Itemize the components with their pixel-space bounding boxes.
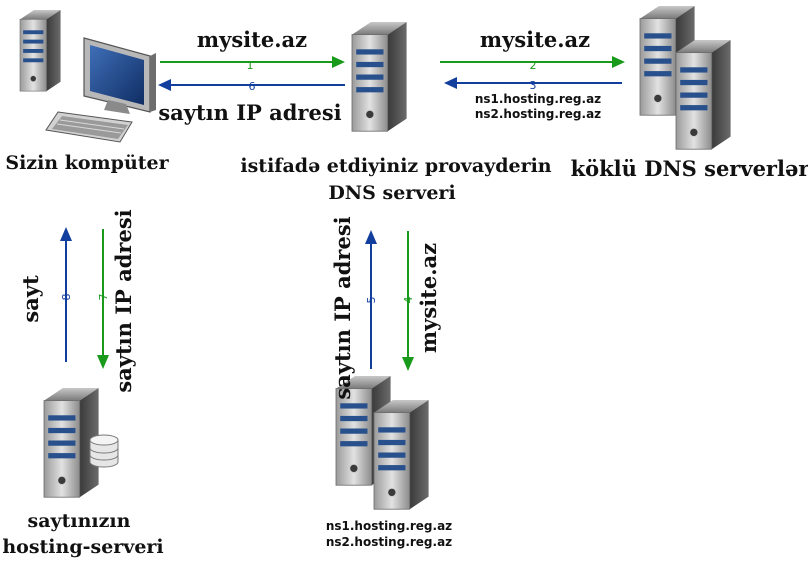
keyboard-icon — [45, 111, 133, 143]
step-7: 7 — [97, 294, 110, 301]
node-label-provider-dns-line1: istifadə etdiyiniz provayderin — [240, 155, 551, 177]
arrow-1-label: mysite.az — [197, 27, 307, 52]
node-label-hosting-line1: saytınızın — [28, 510, 131, 532]
arrow-3-label-line2: ns2.hosting.reg.az — [475, 107, 601, 121]
arrow-5-label: saytın IP adresi — [330, 216, 355, 399]
step-1: 1 — [247, 59, 254, 72]
step-2: 2 — [530, 59, 537, 72]
node-label-your-computer: Sizin kompüter — [5, 152, 169, 174]
arrow-6-label: saytın IP adresi — [158, 100, 341, 125]
arrow-4-label: mysite.az — [416, 243, 441, 353]
step-4: 4 — [402, 297, 415, 304]
computer-icon — [19, 9, 156, 143]
node-label-provider-dns-line2: DNS serveri — [328, 182, 455, 204]
step-5: 5 — [365, 297, 378, 304]
root-dns-servers-icon — [639, 5, 732, 150]
database-icon — [89, 434, 119, 468]
arrow-7-label: saytın IP adresi — [111, 209, 136, 392]
arrow-2-label: mysite.az — [480, 27, 590, 52]
node-label-root-dns: köklü DNS serverlər — [571, 156, 808, 181]
provider-dns-server-icon — [351, 21, 408, 132]
arrow-8-label: sayt — [18, 275, 43, 323]
arrow-3-label-line1: ns1.hosting.reg.az — [475, 92, 601, 106]
node-label-ns-line2: ns2.hosting.reg.az — [326, 535, 452, 549]
step-8: 8 — [60, 294, 73, 301]
node-label-ns-line1: ns1.hosting.reg.az — [326, 519, 452, 533]
node-label-hosting-line2: hosting-serveri — [2, 536, 163, 558]
step-3: 3 — [530, 79, 537, 92]
monitor-icon — [83, 37, 156, 114]
hosting-server-icon — [43, 387, 119, 498]
dns-resolution-diagram: 1 6 2 3 8 7 5 4 mysite.az saytın IP adre… — [2, 5, 808, 558]
step-6: 6 — [249, 80, 256, 93]
